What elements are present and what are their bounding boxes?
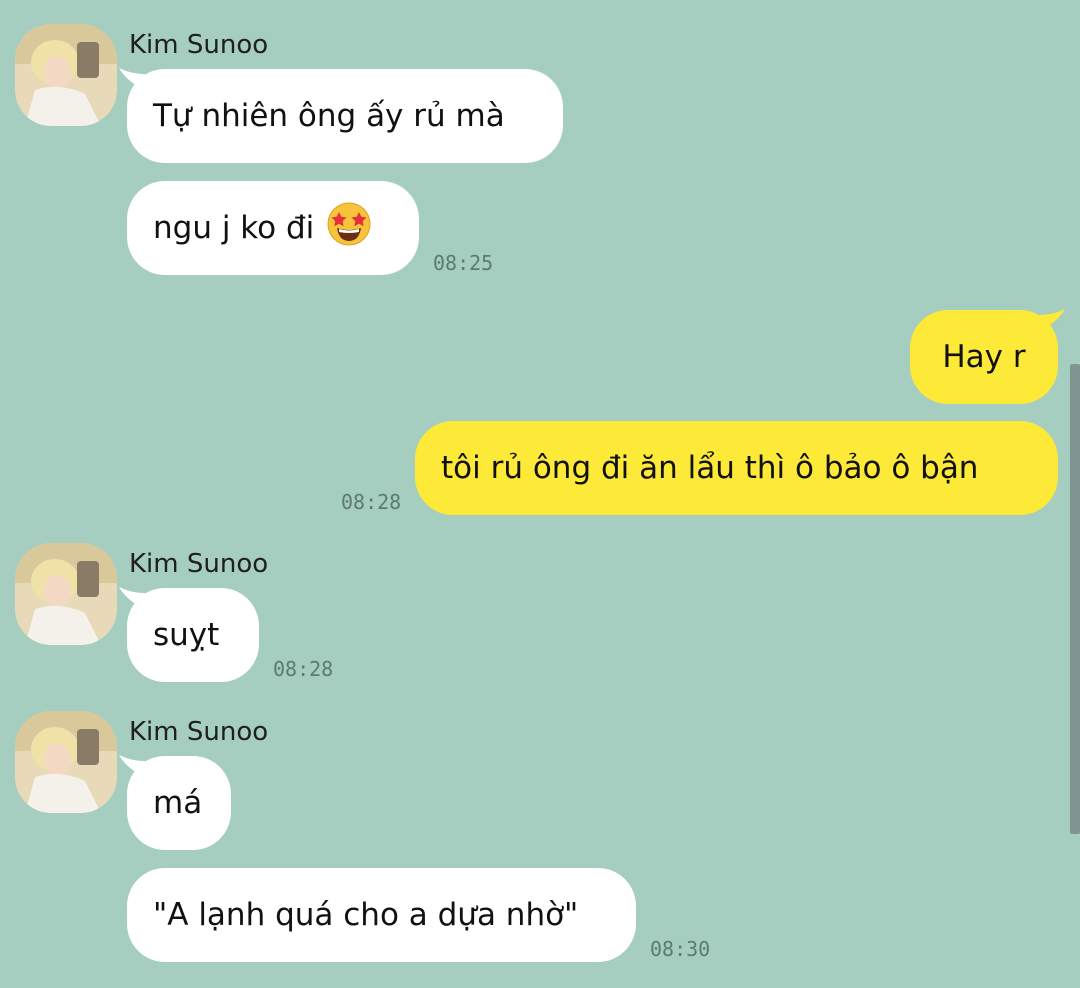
message-bubble[interactable]: tôi rủ ông đi ăn lẩu thì ô bảo ô bận xyxy=(415,421,1058,515)
message-bubble[interactable]: Hay r xyxy=(910,310,1058,404)
message-bubble[interactable]: má xyxy=(127,756,231,850)
message-text: ngu j ko đi xyxy=(153,210,315,246)
star-struck-emoji-icon xyxy=(326,201,372,255)
message-text: má xyxy=(153,785,203,821)
message-bubble[interactable]: Tự nhiên ông ấy rủ mà xyxy=(127,69,563,163)
sender-name: Kim Sunoo xyxy=(129,30,269,60)
message-time: 08:28 xyxy=(273,657,334,681)
avatar[interactable] xyxy=(15,24,117,126)
scrollbar[interactable] xyxy=(1070,364,1080,834)
message-time: 08:30 xyxy=(650,937,711,961)
message-text: tôi rủ ông đi ăn lẩu thì ô bảo ô bận xyxy=(441,450,979,486)
sender-name: Kim Sunoo xyxy=(129,717,269,747)
message-text: Hay r xyxy=(942,339,1026,375)
avatar-photo xyxy=(15,24,117,126)
message-bubble[interactable]: suỵt xyxy=(127,588,259,682)
avatar[interactable] xyxy=(15,711,117,813)
message-text: suỵt xyxy=(153,617,220,653)
message-text: "A lạnh quá cho a dựa nhờ" xyxy=(153,897,579,933)
avatar-photo xyxy=(15,711,117,813)
message-bubble[interactable]: ngu j ko đi xyxy=(127,181,419,275)
message-text: Tự nhiên ông ấy rủ mà xyxy=(153,98,505,134)
message-bubble[interactable]: "A lạnh quá cho a dựa nhờ" xyxy=(127,868,636,962)
avatar[interactable] xyxy=(15,543,117,645)
sender-name: Kim Sunoo xyxy=(129,549,269,579)
message-time: 08:25 xyxy=(433,251,494,275)
message-time: 08:28 xyxy=(341,490,402,514)
avatar-photo xyxy=(15,543,117,645)
